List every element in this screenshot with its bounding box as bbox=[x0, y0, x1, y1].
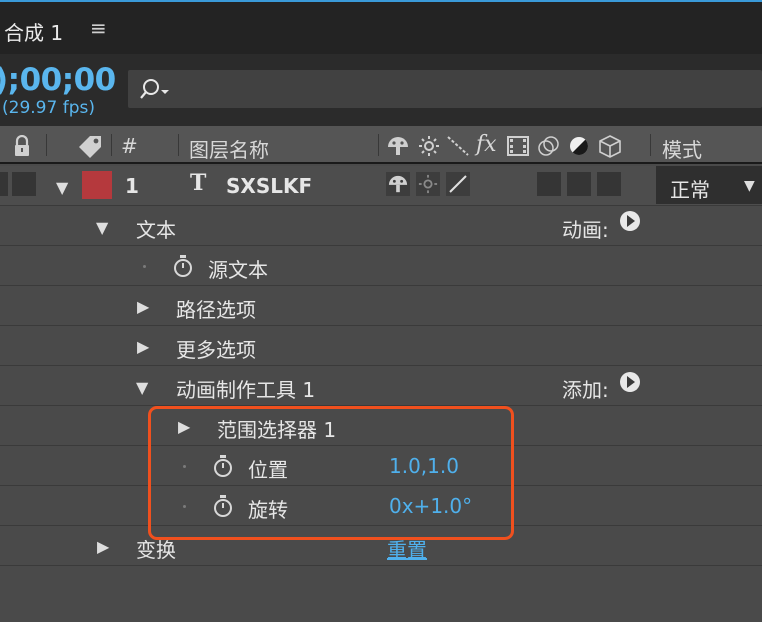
adjustment-layer-icon[interactable] bbox=[567, 135, 591, 157]
shy-switch[interactable] bbox=[386, 172, 410, 196]
collapse-sun-icon[interactable] bbox=[418, 135, 440, 157]
blend-mode-value: 正常 bbox=[670, 178, 710, 202]
motion-blur-switch[interactable] bbox=[567, 172, 591, 196]
lock-icon[interactable] bbox=[12, 135, 32, 157]
column-divider[interactable] bbox=[378, 134, 379, 156]
expand-triangle-icon[interactable]: ▶ bbox=[137, 297, 149, 316]
layer-row[interactable]: ▼ 1 T SXSLKF 正常 ▼ bbox=[0, 166, 762, 206]
expand-triangle-icon[interactable]: ▶ bbox=[97, 537, 109, 556]
property-label: 源文本 bbox=[208, 258, 268, 282]
quality-switch[interactable] bbox=[446, 172, 470, 196]
property-row-source-text[interactable]: 源文本 bbox=[0, 246, 762, 286]
collapse-switch[interactable] bbox=[416, 172, 440, 196]
shy-icon bbox=[388, 175, 408, 193]
property-row-animator[interactable]: ▼ 动画制作工具 1 添加: bbox=[0, 366, 762, 406]
search-icon[interactable] bbox=[136, 76, 172, 102]
property-row-text[interactable]: ▼ 文本 动画: bbox=[0, 206, 762, 246]
column-divider[interactable] bbox=[111, 134, 112, 156]
layer-name-column[interactable]: 图层名称 bbox=[189, 134, 269, 163]
frame-blending-icon[interactable] bbox=[506, 135, 530, 157]
visibility-switch[interactable] bbox=[0, 172, 8, 196]
tab-menu-icon[interactable]: ≡ bbox=[90, 16, 107, 40]
blend-mode-select[interactable]: 正常 ▼ bbox=[656, 166, 762, 204]
layer-column-header: # 图层名称 fx 模式 bbox=[0, 126, 762, 164]
frame-rate-label: (29.97 fps) bbox=[2, 98, 95, 118]
expand-triangle-icon[interactable]: ▼ bbox=[136, 378, 148, 397]
keyframe-indicator bbox=[143, 265, 146, 268]
composition-tab-title[interactable]: 合成 1 bbox=[4, 17, 63, 46]
animate-menu-button[interactable] bbox=[620, 211, 640, 231]
chevron-down-icon[interactable]: ▼ bbox=[744, 178, 755, 194]
current-time-display[interactable]: );00;00 bbox=[0, 62, 116, 98]
expand-triangle-icon[interactable]: ▶ bbox=[137, 337, 149, 356]
annotation-highlight-box bbox=[148, 406, 514, 540]
animate-label: 动画: bbox=[562, 218, 609, 242]
shy-icon[interactable] bbox=[386, 135, 410, 157]
collapse-sun-icon bbox=[418, 174, 438, 194]
search-input[interactable] bbox=[128, 70, 762, 108]
timeline-header: );00;00 (29.97 fps) bbox=[0, 54, 762, 126]
layer-label-color[interactable] bbox=[82, 171, 112, 199]
layer-expand-triangle-icon[interactable]: ▼ bbox=[56, 178, 68, 197]
add-menu-button[interactable] bbox=[620, 372, 640, 392]
property-label: 动画制作工具 1 bbox=[176, 378, 316, 402]
column-divider[interactable] bbox=[650, 134, 651, 156]
mode-column[interactable]: 模式 bbox=[662, 134, 702, 163]
column-divider[interactable] bbox=[46, 134, 47, 156]
3d-layer-switch[interactable] bbox=[597, 172, 621, 196]
property-label: 文本 bbox=[136, 218, 176, 242]
quality-slash-icon bbox=[449, 175, 467, 193]
column-divider[interactable] bbox=[178, 134, 179, 156]
add-label: 添加: bbox=[562, 378, 609, 402]
motion-blur-icon[interactable] bbox=[537, 135, 561, 157]
property-label: 更多选项 bbox=[176, 338, 256, 362]
layer-number-column[interactable]: # bbox=[121, 134, 138, 158]
quality-icon[interactable] bbox=[446, 135, 470, 157]
audio-switch[interactable] bbox=[12, 172, 36, 196]
property-row-more-options[interactable]: ▶ 更多选项 bbox=[0, 326, 762, 366]
expand-triangle-icon[interactable]: ▼ bbox=[96, 218, 108, 237]
layer-name[interactable]: SXSLKF bbox=[226, 174, 312, 198]
effects-fx-icon[interactable]: fx bbox=[476, 132, 497, 157]
effects-switch[interactable] bbox=[537, 172, 561, 196]
label-tag-icon[interactable] bbox=[76, 134, 104, 158]
property-label: 路径选项 bbox=[176, 298, 256, 322]
stopwatch-icon[interactable] bbox=[172, 254, 194, 278]
property-row-path-options[interactable]: ▶ 路径选项 bbox=[0, 286, 762, 326]
composition-tab-bar: 合成 1 ≡ bbox=[0, 2, 762, 54]
layer-index: 1 bbox=[125, 174, 139, 198]
text-layer-type-icon: T bbox=[190, 170, 207, 196]
3d-layer-icon[interactable] bbox=[597, 134, 623, 158]
